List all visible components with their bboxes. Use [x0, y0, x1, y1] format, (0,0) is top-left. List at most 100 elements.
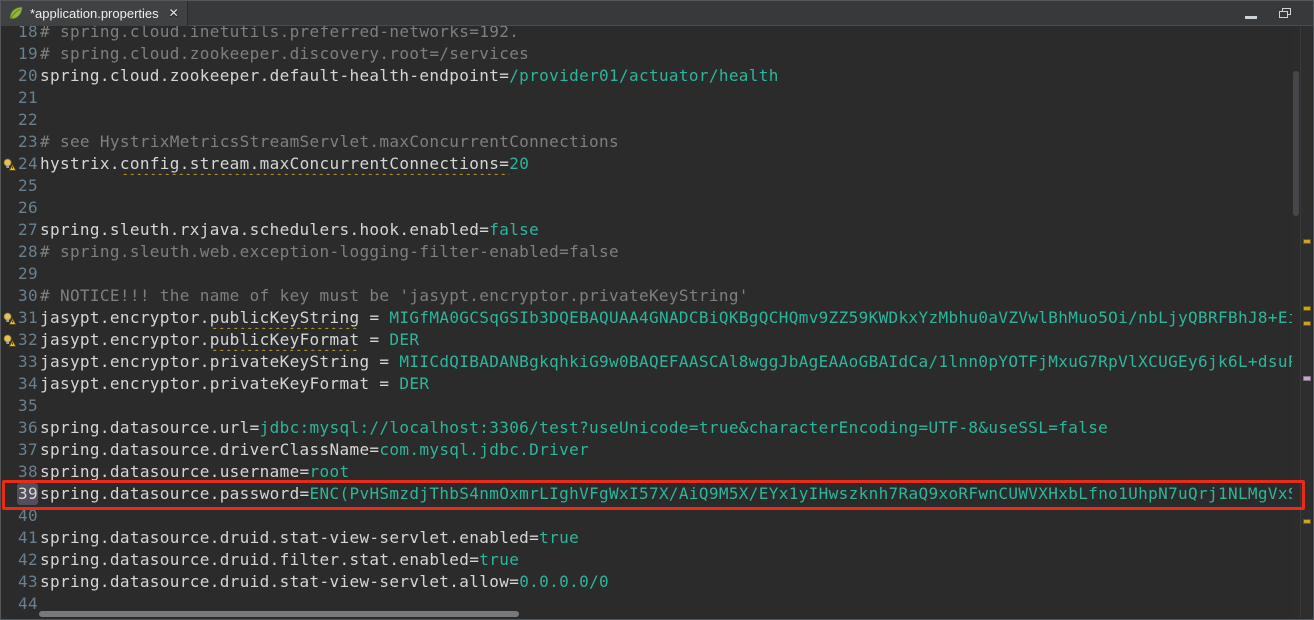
key-text: publicKeyFormat: [210, 330, 360, 349]
annotation-gutter: [2, 219, 17, 241]
annotation-gutter: [2, 109, 17, 131]
code-line[interactable]: 33jasypt.encryptor.privateKeyString = MI…: [2, 351, 1312, 373]
line-number[interactable]: 43: [17, 571, 38, 593]
code-line[interactable]: 26: [2, 197, 1312, 219]
comment-text: # spring.cloud.zookeeper.discovery.root=…: [40, 44, 529, 63]
line-number[interactable]: 24: [17, 153, 38, 175]
editor-window: *application.properties ✕ 18# spring.clo…: [0, 0, 1314, 620]
line-number[interactable]: 38: [17, 461, 38, 483]
close-icon[interactable]: ✕: [169, 6, 179, 20]
code-text: [40, 395, 1312, 417]
line-number[interactable]: 19: [17, 43, 38, 65]
line-number[interactable]: 39: [17, 483, 38, 505]
line-number[interactable]: 33: [17, 351, 38, 373]
line-number[interactable]: 27: [17, 219, 38, 241]
line-number[interactable]: 22: [17, 109, 38, 131]
value-text: 0.0.0.0/0: [519, 572, 609, 591]
horizontal-scrollbar-thumb[interactable]: [39, 611, 519, 617]
line-number[interactable]: 34: [17, 373, 38, 395]
code-line[interactable]: 24hystrix.config.stream.maxConcurrentCon…: [2, 153, 1312, 175]
line-number[interactable]: 31: [17, 307, 38, 329]
line-number[interactable]: 32: [17, 329, 38, 351]
value-text: true: [479, 550, 519, 569]
code-line[interactable]: 28# spring.sleuth.web.exception-logging-…: [2, 241, 1312, 263]
code-line[interactable]: 43spring.datasource.druid.stat-view-serv…: [2, 571, 1312, 593]
code-line[interactable]: 22: [2, 109, 1312, 131]
code-line[interactable]: 42spring.datasource.druid.filter.stat.en…: [2, 549, 1312, 571]
value-text: MIICdQIBADANBgkqhkiG9w0BAQEFAASCAl8wggJb…: [399, 352, 1297, 371]
code-line[interactable]: 34jasypt.encryptor.privateKeyFormat = DE…: [2, 373, 1312, 395]
overview-ruler[interactable]: [1300, 26, 1312, 618]
ruler-marker-warning[interactable]: [1303, 321, 1311, 326]
code-line[interactable]: 31jasypt.encryptor.publicKeyString = MIG…: [2, 307, 1312, 329]
code-line[interactable]: 19# spring.cloud.zookeeper.discovery.roo…: [2, 43, 1312, 65]
code-text: # NOTICE!!! the name of key must be 'jas…: [40, 285, 1312, 307]
code-line[interactable]: 39spring.datasource.password=ENC(PvHSmzd…: [2, 483, 1312, 505]
code-text: spring.datasource.username=root: [40, 461, 1312, 483]
line-number[interactable]: 40: [17, 505, 38, 527]
ruler-marker-warning[interactable]: [1303, 519, 1311, 524]
code-line[interactable]: 23# see HystrixMetricsStreamServlet.maxC…: [2, 131, 1312, 153]
vertical-scrollbar-thumb[interactable]: [1293, 71, 1299, 216]
line-number[interactable]: 36: [17, 417, 38, 439]
code-line[interactable]: 37spring.datasource.driverClassName=com.…: [2, 439, 1312, 461]
line-number[interactable]: 25: [17, 175, 38, 197]
restore-icon[interactable]: [1279, 8, 1291, 19]
code-text: spring.datasource.druid.stat-view-servle…: [40, 527, 1312, 549]
value-text: /provider01/actuator/health: [509, 66, 779, 85]
line-number[interactable]: 30: [17, 285, 38, 307]
key-text: spring.datasource.url=: [40, 418, 260, 437]
line-number[interactable]: 21: [17, 87, 38, 109]
line-number[interactable]: 35: [17, 395, 38, 417]
line-number[interactable]: 41: [17, 527, 38, 549]
minimize-icon[interactable]: [1245, 4, 1257, 23]
value-text: DER: [389, 330, 419, 349]
code-line[interactable]: 41spring.datasource.druid.stat-view-serv…: [2, 527, 1312, 549]
key-text: spring.cloud.zookeeper.default-health-en…: [40, 66, 509, 85]
code-line[interactable]: 40: [2, 505, 1312, 527]
line-number[interactable]: 42: [17, 549, 38, 571]
code-text: spring.cloud.zookeeper.default-health-en…: [40, 65, 1312, 87]
code-line[interactable]: 35: [2, 395, 1312, 417]
code-line[interactable]: 20spring.cloud.zookeeper.default-health-…: [2, 65, 1312, 87]
code-line[interactable]: 18# spring.cloud.inetutils.preferred-net…: [2, 26, 1312, 43]
code-line[interactable]: 36spring.datasource.url=jdbc:mysql://loc…: [2, 417, 1312, 439]
line-number[interactable]: 23: [17, 131, 38, 153]
line-number[interactable]: 29: [17, 263, 38, 285]
key-text: spring.datasource.password=: [40, 484, 310, 503]
ruler-marker-warning[interactable]: [1303, 239, 1311, 244]
code-text: [40, 263, 1312, 285]
line-number[interactable]: 44: [17, 593, 38, 615]
code-area[interactable]: 18# spring.cloud.inetutils.preferred-net…: [2, 26, 1312, 618]
code-text: jasypt.encryptor.privateKeyFormat = DER: [40, 373, 1312, 395]
code-line[interactable]: 21: [2, 87, 1312, 109]
code-line[interactable]: 32jasypt.encryptor.publicKeyFormat = DER: [2, 329, 1312, 351]
code-line[interactable]: 27spring.sleuth.rxjava.schedulers.hook.e…: [2, 219, 1312, 241]
code-text: spring.datasource.druid.filter.stat.enab…: [40, 549, 1312, 571]
code-line[interactable]: 30# NOTICE!!! the name of key must be 'j…: [2, 285, 1312, 307]
key-text: spring.datasource.druid.stat-view-servle…: [40, 528, 539, 547]
annotation-gutter: [2, 549, 17, 571]
warning-quickfix-icon[interactable]: [2, 153, 17, 175]
warning-quickfix-icon[interactable]: [2, 329, 17, 351]
code-line[interactable]: 25: [2, 175, 1312, 197]
annotation-gutter: [2, 505, 17, 527]
tab-application-properties[interactable]: *application.properties ✕: [1, 1, 188, 26]
line-number[interactable]: 18: [17, 26, 38, 43]
warning-quickfix-icon[interactable]: [2, 307, 17, 329]
key-text: config.stream.maxConcurrentConnections=: [120, 154, 509, 173]
ruler-marker-occurrence[interactable]: [1303, 376, 1311, 381]
line-number[interactable]: 28: [17, 241, 38, 263]
vertical-scrollbar[interactable]: [1292, 26, 1300, 618]
code-line[interactable]: 38spring.datasource.username=root: [2, 461, 1312, 483]
line-number[interactable]: 37: [17, 439, 38, 461]
code-text: # spring.cloud.zookeeper.discovery.root=…: [40, 43, 1312, 65]
code-line[interactable]: 29: [2, 263, 1312, 285]
annotation-gutter: [2, 197, 17, 219]
key-text: spring.datasource.driverClassName=: [40, 440, 379, 459]
ruler-marker-warning[interactable]: [1303, 306, 1311, 311]
annotation-gutter: [2, 263, 17, 285]
line-number[interactable]: 20: [17, 65, 38, 87]
line-number[interactable]: 26: [17, 197, 38, 219]
key-text: jasypt.encryptor.: [40, 308, 210, 327]
